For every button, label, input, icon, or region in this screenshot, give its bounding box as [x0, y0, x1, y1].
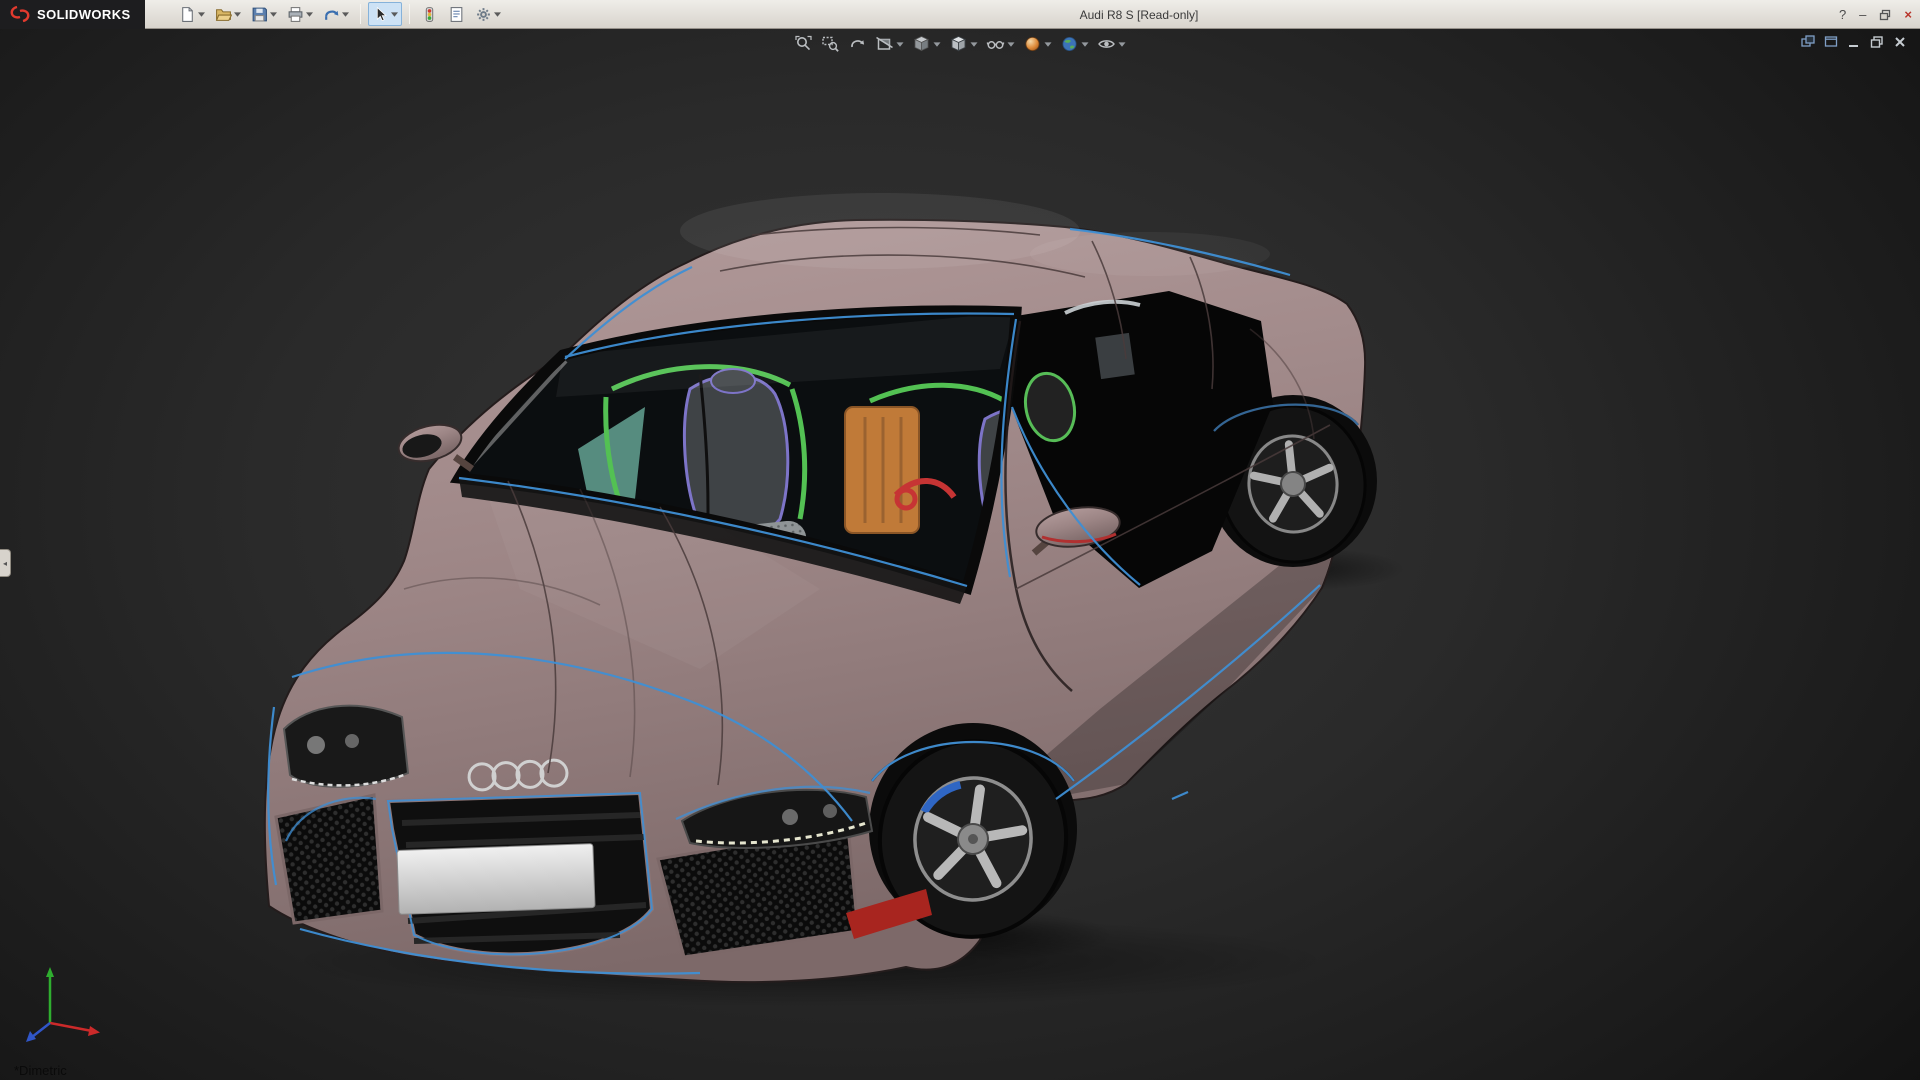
chevron-down-icon [341, 11, 349, 17]
display-style-button[interactable] [949, 34, 979, 54]
chevron-down-icon [1081, 41, 1089, 47]
hide-show-items-button[interactable] [986, 34, 1016, 54]
split-window-icon [1824, 36, 1838, 47]
chevron-down-icon [269, 11, 277, 17]
open-button[interactable] [211, 2, 245, 26]
apply-scene-button[interactable] [1060, 34, 1090, 54]
zoom-to-area-button[interactable] [821, 34, 841, 54]
titlebar: SOLIDWORKS Audi R8 S [Read-only] ? – × [0, 0, 1920, 29]
save-icon [252, 7, 267, 21]
chevron-down-icon [970, 41, 978, 47]
solidworks-logo: SOLIDWORKS [0, 0, 145, 29]
window-controls: ? – × [1839, 0, 1912, 29]
zoom-to-fit-icon [795, 35, 812, 51]
zoom-to-fit-button[interactable] [794, 34, 814, 54]
print-button[interactable] [283, 2, 317, 26]
chevron-down-icon [933, 41, 941, 47]
solidworks-logo-icon [10, 5, 30, 23]
view-orientation-label: *Dimetric [14, 1063, 67, 1078]
previous-view-icon [851, 40, 865, 48]
display-style-icon [950, 36, 967, 52]
chevron-down-icon [197, 11, 205, 17]
car-model[interactable] [263, 193, 1405, 1007]
graphics-viewport[interactable]: *Dimetric ◂ [0, 29, 1920, 1080]
file-properties-icon [450, 6, 462, 22]
restore-doc-button[interactable] [1870, 35, 1884, 49]
restore-doc-icon [1870, 36, 1883, 48]
left-headlight[interactable] [282, 704, 410, 788]
undo-button[interactable] [319, 2, 353, 26]
brand-name: SOLIDWORKS [37, 6, 131, 22]
chevron-down-icon [1044, 41, 1052, 47]
toolbar-separator [408, 4, 410, 24]
chevron-down-icon [493, 11, 501, 17]
edit-appearance-icon [1025, 37, 1040, 51]
apply-scene-icon [1062, 37, 1077, 51]
hide-show-items-icon [986, 41, 1005, 49]
previous-view-button[interactable] [848, 34, 868, 54]
edit-appearance-button[interactable] [1023, 34, 1053, 54]
options-button[interactable] [471, 2, 505, 26]
left-intake[interactable] [274, 793, 384, 925]
file-properties-button[interactable] [444, 2, 469, 26]
x-axis [49, 1021, 93, 1033]
minimize-button[interactable]: – [1859, 8, 1866, 21]
chevron-down-icon [233, 11, 241, 17]
orientation-triad [16, 959, 108, 1056]
section-view-icon [876, 36, 893, 50]
model-canvas[interactable] [0, 29, 1920, 1080]
new-window-icon [1801, 35, 1815, 47]
options-icon [476, 7, 490, 21]
new-window-button[interactable] [1801, 35, 1815, 49]
minimize-doc-button[interactable] [1847, 35, 1861, 49]
view-settings-icon [1098, 40, 1115, 48]
license-plate[interactable] [396, 843, 596, 915]
document-window-controls [1801, 35, 1907, 49]
z-axis [31, 1022, 51, 1038]
toolbar-separator [359, 4, 361, 24]
minimize-doc-icon [1849, 45, 1858, 47]
restore-button[interactable] [1879, 9, 1891, 21]
rebuild-stoplight-icon [425, 6, 433, 22]
section-view-button[interactable] [875, 34, 905, 54]
close-doc-icon [1895, 37, 1905, 47]
print-icon [288, 6, 302, 22]
view-settings-button[interactable] [1097, 34, 1127, 54]
chevron-down-icon [305, 11, 313, 17]
new-document-button[interactable] [175, 2, 209, 26]
close-button[interactable]: × [1904, 8, 1912, 21]
save-button[interactable] [247, 2, 281, 26]
split-window-button[interactable] [1824, 35, 1838, 49]
restore-icon [1880, 9, 1891, 20]
select-button[interactable] [367, 2, 402, 26]
zoom-to-area-icon [822, 36, 839, 52]
solidworks-window: SOLIDWORKS Audi R8 S [Read-only] ? – × *… [0, 0, 1920, 1080]
chevron-down-icon [390, 11, 398, 17]
view-orientation-icon [914, 36, 929, 52]
chevron-down-icon [1007, 41, 1015, 47]
help-button[interactable]: ? [1839, 8, 1846, 21]
heads-up-view-toolbar [794, 34, 1127, 54]
featuremanager-collapse-tab[interactable]: ◂ [0, 549, 11, 577]
undo-icon [324, 10, 338, 20]
standard-toolbar [175, 2, 505, 26]
close-doc-button[interactable] [1893, 35, 1907, 49]
new-document-icon [181, 6, 193, 22]
left-mirror[interactable] [395, 419, 475, 472]
view-orientation-button[interactable] [912, 34, 942, 54]
chevron-down-icon [1118, 41, 1126, 47]
chevron-down-icon [896, 41, 904, 47]
document-title: Audi R8 S [Read-only] [1079, 7, 1199, 22]
rebuild-button[interactable] [417, 2, 442, 26]
open-icon [215, 8, 232, 21]
select-cursor-icon [376, 6, 387, 21]
